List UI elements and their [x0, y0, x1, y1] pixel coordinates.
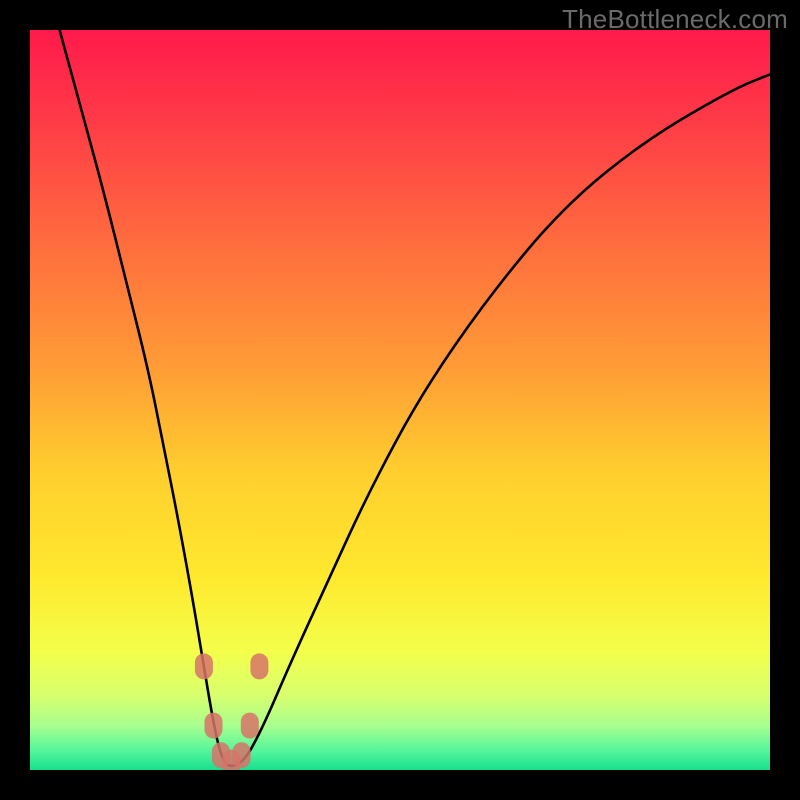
curve-marker [205, 713, 223, 739]
curve-marker [233, 742, 251, 768]
plot-area [30, 30, 770, 770]
bottleneck-curve [30, 30, 770, 770]
curve-marker [241, 713, 259, 739]
chart-frame: TheBottleneck.com [0, 0, 800, 800]
watermark-text: TheBottleneck.com [562, 4, 788, 35]
curve-marker [250, 653, 268, 679]
curve-marker [195, 653, 213, 679]
